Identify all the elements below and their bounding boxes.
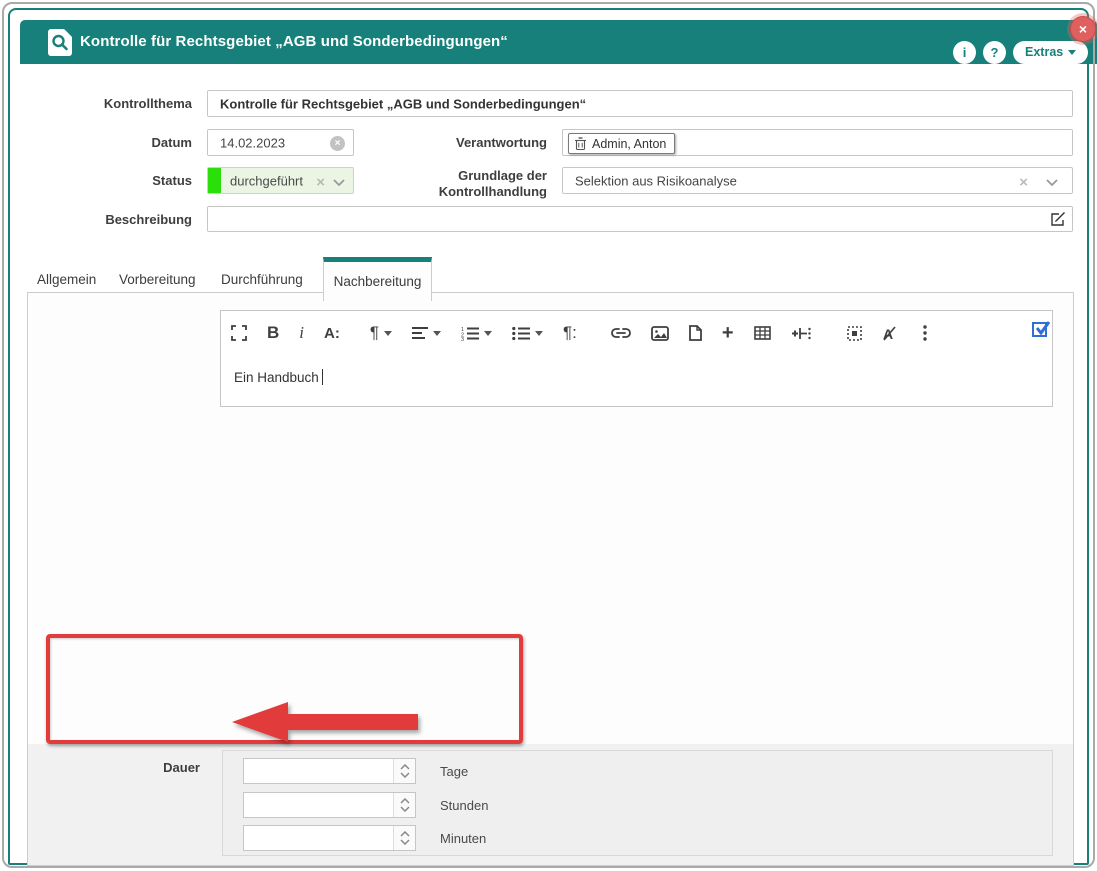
chevron-down-icon[interactable] [400, 772, 410, 778]
editor-checkbox[interactable] [1032, 322, 1047, 337]
table-icon[interactable] [754, 326, 771, 340]
insert-plus-icon[interactable]: + [722, 322, 734, 345]
chevron-up-icon[interactable] [400, 798, 410, 804]
verantwortung-field[interactable]: Admin, Anton [562, 129, 1073, 156]
status-select[interactable]: durchgeführt × [207, 167, 354, 194]
stepper-buttons[interactable] [393, 793, 415, 817]
chevron-down-icon [433, 331, 441, 336]
trash-icon[interactable] [575, 137, 586, 150]
clear-date-icon[interactable]: × [330, 136, 345, 151]
more-options-icon[interactable] [923, 325, 927, 341]
dauer-stunden-unit: Stunden [440, 798, 488, 813]
font-size-icon[interactable]: A: [324, 325, 340, 342]
dauer-tage-unit: Tage [440, 764, 468, 779]
dauer-fieldset: Tage Stunden Minuten [222, 750, 1053, 856]
select-all-icon[interactable] [847, 326, 862, 341]
dauer-tage-input[interactable] [243, 758, 416, 784]
chevron-down-icon[interactable] [400, 806, 410, 812]
editor-text: Ein Handbuch [234, 370, 319, 385]
tab-allgemein[interactable]: Allgemein [37, 272, 96, 287]
kontrollthema-input[interactable]: Kontrolle für Rechtsgebiet „AGB und Sond… [207, 90, 1073, 117]
beschreibung-input[interactable] [207, 206, 1073, 232]
paragraph-format-icon[interactable]: ¶ [370, 323, 392, 343]
chevron-down-icon [535, 331, 543, 336]
kontrollthema-value: Kontrolle für Rechtsgebiet „AGB und Sond… [220, 96, 586, 111]
extras-label: Extras [1025, 45, 1063, 59]
italic-icon[interactable]: i [299, 323, 304, 343]
chevron-down-icon [384, 331, 392, 336]
grundlage-select[interactable]: Selektion aus Risikoanalyse × [562, 167, 1073, 194]
file-icon[interactable] [689, 325, 702, 341]
grundlage-value: Selektion aus Risikoanalyse [575, 173, 737, 188]
datum-input[interactable]: 14.02.2023 × [207, 129, 354, 156]
link-icon[interactable] [611, 327, 631, 339]
chevron-down-icon[interactable] [1046, 179, 1058, 187]
status-label: Status [22, 173, 192, 189]
verantwortung-label: Verantwortung [377, 135, 547, 151]
chevron-down-icon [484, 331, 492, 336]
dauer-label: Dauer [32, 760, 200, 776]
dauer-minuten-input[interactable] [243, 825, 416, 851]
verantwortung-chip-label: Admin, Anton [592, 137, 666, 151]
svg-text:3: 3 [461, 337, 464, 341]
align-icon[interactable] [412, 326, 441, 340]
modal-header: Kontrolle für Rechtsgebiet „AGB und Sond… [20, 20, 1097, 64]
stepper-buttons[interactable] [393, 759, 415, 783]
image-icon[interactable] [651, 326, 669, 341]
close-button[interactable]: × [1070, 16, 1096, 42]
chevron-up-icon[interactable] [400, 831, 410, 837]
datum-value: 14.02.2023 [220, 135, 285, 150]
ordered-list-icon[interactable]: 123 [461, 326, 492, 341]
paragraph-glyph: ¶ [370, 323, 379, 343]
chevron-down-icon [1068, 50, 1076, 55]
datum-label: Datum [22, 135, 192, 151]
editor-toolbar: B i A: ¶ 123 ¶: [231, 317, 1001, 349]
anleitung-editor[interactable]: B i A: ¶ 123 ¶: [220, 310, 1053, 407]
control-search-icon [48, 29, 72, 56]
editor-content[interactable]: Ein Handbuch [234, 369, 323, 385]
chevron-up-icon[interactable] [400, 764, 410, 770]
help-button[interactable]: ? [983, 41, 1006, 64]
clear-status-icon[interactable]: × [316, 175, 325, 190]
page-title: Kontrolle für Rechtsgebiet „AGB und Sond… [80, 33, 508, 50]
check-icon [1035, 320, 1051, 336]
tab-durchfuehrung[interactable]: Durchführung [221, 272, 303, 287]
fullscreen-icon[interactable] [231, 325, 247, 341]
dauer-minuten-unit: Minuten [440, 831, 486, 846]
clear-formatting-icon[interactable]: A [882, 326, 897, 341]
clear-grundlage-icon[interactable]: × [1019, 175, 1028, 190]
bullet-list-icon[interactable] [512, 326, 543, 341]
stepper-buttons[interactable] [393, 826, 415, 850]
bold-icon[interactable]: B [267, 323, 279, 343]
status-value: durchgeführt [230, 173, 303, 188]
tab-vorbereitung[interactable]: Vorbereitung [119, 272, 196, 287]
dialog-window: Kontrolle für Rechtsgebiet „AGB und Sond… [0, 0, 1097, 871]
dauer-section: Dauer Tage Stunden [28, 744, 1073, 865]
chevron-down-icon[interactable] [400, 839, 410, 845]
status-color-swatch [208, 168, 221, 193]
dauer-stunden-input[interactable] [243, 792, 416, 818]
tab-nachbereitung[interactable]: Nachbereitung [323, 257, 432, 301]
edit-icon[interactable] [1050, 211, 1066, 227]
kontrolle-modal: Kontrolle für Rechtsgebiet „AGB und Sond… [8, 8, 1089, 865]
chevron-down-icon[interactable] [333, 179, 345, 187]
verantwortung-chip[interactable]: Admin, Anton [568, 133, 675, 154]
grundlage-label: Grundlage der Kontrollhandlung [417, 168, 547, 201]
table-options-icon[interactable] [791, 326, 811, 341]
beschreibung-label: Beschreibung [22, 212, 192, 228]
text-caret [322, 369, 323, 385]
extras-button[interactable]: Extras [1013, 41, 1088, 64]
info-button[interactable]: i [953, 41, 976, 64]
kontrollthema-label: Kontrollthema [22, 96, 192, 112]
paragraph-options-icon[interactable]: ¶: [563, 323, 577, 343]
